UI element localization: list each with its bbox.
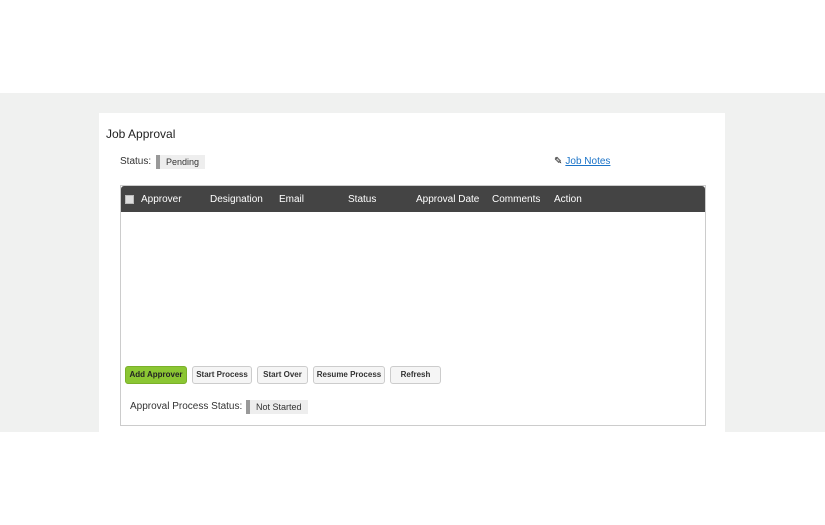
start-process-button[interactable]: Start Process: [192, 366, 252, 384]
page-title: Job Approval: [106, 127, 176, 141]
resume-process-button[interactable]: Resume Process: [313, 366, 385, 384]
job-notes-link-wrap[interactable]: ✎ Job Notes: [554, 156, 610, 167]
start-over-button[interactable]: Start Over: [257, 366, 308, 384]
job-notes-link[interactable]: Job Notes: [565, 156, 610, 167]
job-approval-panel: Job Approval Status: Pending ✎ Job Notes …: [99, 113, 725, 432]
select-all-checkbox[interactable]: [125, 195, 134, 204]
add-approver-button[interactable]: Add Approver: [125, 366, 187, 384]
status-badge: Pending: [156, 155, 206, 169]
pencil-icon: ✎: [554, 156, 563, 167]
column-status[interactable]: Status: [348, 194, 376, 205]
refresh-button[interactable]: Refresh: [390, 366, 441, 384]
table-header: Approver Designation Email Status Approv…: [121, 186, 705, 212]
approval-process-status-badge: Not Started: [246, 400, 308, 414]
column-action[interactable]: Action: [554, 194, 582, 205]
approvers-table: Approver Designation Email Status Approv…: [120, 185, 706, 426]
column-approver[interactable]: Approver: [141, 194, 182, 205]
column-email[interactable]: Email: [279, 194, 304, 205]
approval-process-status-label: Approval Process Status:: [130, 401, 243, 412]
column-designation[interactable]: Designation: [210, 194, 263, 205]
status-label: Status:: [120, 156, 152, 167]
column-approval-date[interactable]: Approval Date: [416, 194, 479, 205]
column-comments[interactable]: Comments: [492, 194, 540, 205]
